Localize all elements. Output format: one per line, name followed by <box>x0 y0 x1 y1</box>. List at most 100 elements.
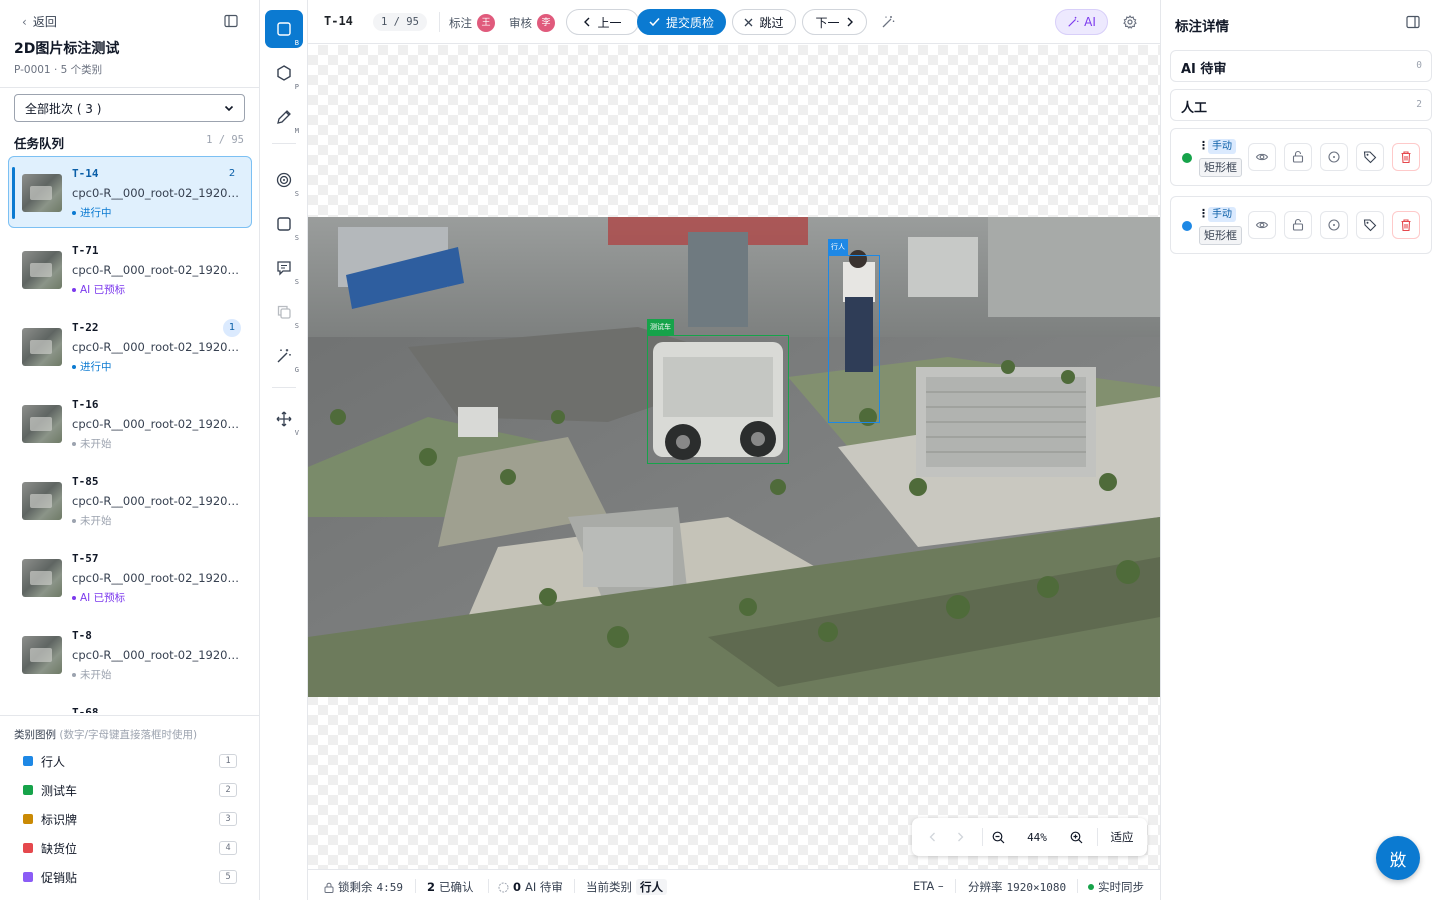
hotkey-badge: 2 <box>219 783 237 797</box>
debug-fab-button[interactable]: 敚 <box>1376 836 1420 880</box>
task-item[interactable]: T-85 cpc0-R__000_root-02_1920X1080 未开始 <box>8 464 252 536</box>
pen-icon <box>277 110 291 124</box>
divider <box>272 143 296 144</box>
tag-button[interactable] <box>1356 143 1384 171</box>
lock-button[interactable] <box>1284 211 1312 239</box>
left-sidebar: ‹ 返回 2D图片标注测试 P-0001 · 5 个类别 全部批次 ( 3 ) … <box>0 0 260 900</box>
divider <box>415 879 416 893</box>
ai-pending-count: 0 AI 待审 <box>498 879 563 895</box>
task-item[interactable]: T-68 <box>8 695 252 713</box>
hotkey-badge: 5 <box>219 870 237 884</box>
bbox-label: 行人 <box>828 239 848 255</box>
annotation-group[interactable]: AI 待审 0 <box>1170 50 1432 82</box>
divider <box>982 828 983 846</box>
copy-tool-button[interactable]: S <box>265 293 303 331</box>
avatar[interactable]: 李 <box>537 14 555 32</box>
prev-label: 上一 <box>597 15 622 30</box>
back-button[interactable]: ‹ 返回 <box>22 13 57 30</box>
annotation-group[interactable]: 人工 2 <box>1170 89 1432 121</box>
task-name: cpc0-R__000_root-02_1920X1080 <box>72 186 242 200</box>
task-item[interactable]: T-57 cpc0-R__000_root-02_1920X1080 AI 已预… <box>8 541 252 613</box>
skip-label: 跳过 <box>759 15 784 30</box>
avatar[interactable]: 王 <box>477 14 495 32</box>
visibility-button[interactable] <box>1248 211 1276 239</box>
next-button[interactable]: 下一 <box>802 9 867 35</box>
legend-item[interactable]: 促销贴 5 <box>23 867 237 887</box>
bbox-pedestrian[interactable]: 行人 <box>828 239 880 423</box>
submit-qc-button[interactable]: 提交质检 <box>637 9 726 35</box>
zoom-in-button[interactable] <box>1069 828 1083 846</box>
legend-item[interactable]: 测试车 2 <box>23 780 237 800</box>
delete-button[interactable] <box>1392 143 1420 171</box>
prev-button[interactable]: 上一 <box>566 9 639 35</box>
lock-button[interactable] <box>1284 143 1312 171</box>
task-item[interactable]: T-14 cpc0-R__000_root-02_1920X1080 进行中 2 <box>8 156 252 228</box>
focus-button[interactable] <box>1320 143 1348 171</box>
hotkey-label: S <box>294 190 299 198</box>
bbox-car[interactable]: 测试车 <box>647 319 789 464</box>
gear-icon <box>1123 15 1137 29</box>
current-category-label: 当前类别 <box>586 880 632 894</box>
magic-wand-button[interactable] <box>879 13 897 31</box>
lock-remaining: 锁剩余 4:59 <box>324 879 403 895</box>
legend-label: 促销贴 <box>41 870 78 885</box>
fab-label: 敚 <box>1389 850 1407 871</box>
settings-button[interactable] <box>1121 13 1139 31</box>
fit-button[interactable]: 适应 <box>1106 828 1138 846</box>
zoom-out-button[interactable] <box>991 828 1005 846</box>
skip-button[interactable]: 跳过 <box>732 9 796 35</box>
panel-toggle-icon[interactable] <box>1406 15 1420 29</box>
polygon-tool-button[interactable]: P <box>265 54 303 92</box>
close-icon <box>745 18 753 26</box>
task-badge: 2 <box>228 168 236 179</box>
tag-button[interactable] <box>1356 211 1384 239</box>
ai-tool-button[interactable]: G <box>265 337 303 375</box>
hotkey-badge: 4 <box>219 841 237 855</box>
hotkey-label: B <box>294 39 299 47</box>
legend-item[interactable]: 缺货位 4 <box>23 838 237 858</box>
ai-label: AI <box>1084 15 1096 29</box>
confirmed-count: 2 已确认 <box>427 879 474 895</box>
task-counter: 1 / 95 <box>373 13 427 31</box>
color-swatch <box>23 814 33 824</box>
point-tool-button[interactable]: S <box>265 161 303 199</box>
status-dot-icon <box>72 441 76 446</box>
task-status-label: AI 已预标 <box>80 284 126 296</box>
wand-icon <box>277 349 291 363</box>
ai-button[interactable]: AI <box>1055 9 1108 35</box>
task-item[interactable]: T-22 cpc0-R__000_root-02_1920X1080 进行中 1 <box>8 310 252 382</box>
task-item[interactable]: T-8 cpc0-R__000_root-02_1920X1080 未开始 <box>8 618 252 690</box>
box-tool-button[interactable]: S <box>265 205 303 243</box>
annotation-item[interactable]: ⋮ 手动 矩形框 <box>1170 128 1432 186</box>
comment-tool-button[interactable]: S <box>265 249 303 287</box>
sidebar-toggle-icon[interactable] <box>224 14 238 28</box>
next-image-button[interactable] <box>954 828 966 846</box>
sync-dot-icon <box>1088 884 1094 890</box>
rect-tool-button[interactable]: B <box>265 10 303 48</box>
annotation-item[interactable]: ⋮ 手动 矩形框 <box>1170 196 1432 254</box>
color-swatch <box>23 872 33 882</box>
legend-item[interactable]: 行人 1 <box>23 751 237 771</box>
delete-button[interactable] <box>1392 211 1420 239</box>
pen-tool-button[interactable]: M <box>265 98 303 136</box>
annotation-canvas[interactable]: 测试车 行人 44% 适应 <box>308 45 1160 869</box>
task-item[interactable]: T-71 cpc0-R__000_root-02_1920X1080 AI 已预… <box>8 233 252 305</box>
status-dot-icon <box>72 672 76 677</box>
legend-item[interactable]: 标识牌 3 <box>23 809 237 829</box>
batch-select[interactable]: 全部批次 ( 3 ) <box>14 94 245 122</box>
lock-time: 4:59 <box>376 880 404 894</box>
task-item[interactable]: T-16 cpc0-R__000_root-02_1920X1080 未开始 <box>8 387 252 459</box>
resolution: 分辨率 1920×1080 <box>968 879 1066 895</box>
bbox-label: 测试车 <box>647 319 674 335</box>
move-tool-button[interactable]: V <box>265 400 303 438</box>
eta: ETA – <box>913 879 944 893</box>
prev-image-button[interactable] <box>926 828 938 846</box>
tool-bar: B P M S S S S G V <box>260 0 308 900</box>
chevron-left-icon <box>929 832 935 842</box>
group-label: AI 待审 <box>1181 62 1227 77</box>
focus-button[interactable] <box>1320 211 1348 239</box>
category-legend: 类别图例 (数字/字母键直接落框时使用) 行人 1 测试车 2 标识牌 3 缺货… <box>0 715 259 900</box>
visibility-button[interactable] <box>1248 143 1276 171</box>
target-icon <box>276 172 292 188</box>
task-status-label: 未开始 <box>80 438 112 450</box>
